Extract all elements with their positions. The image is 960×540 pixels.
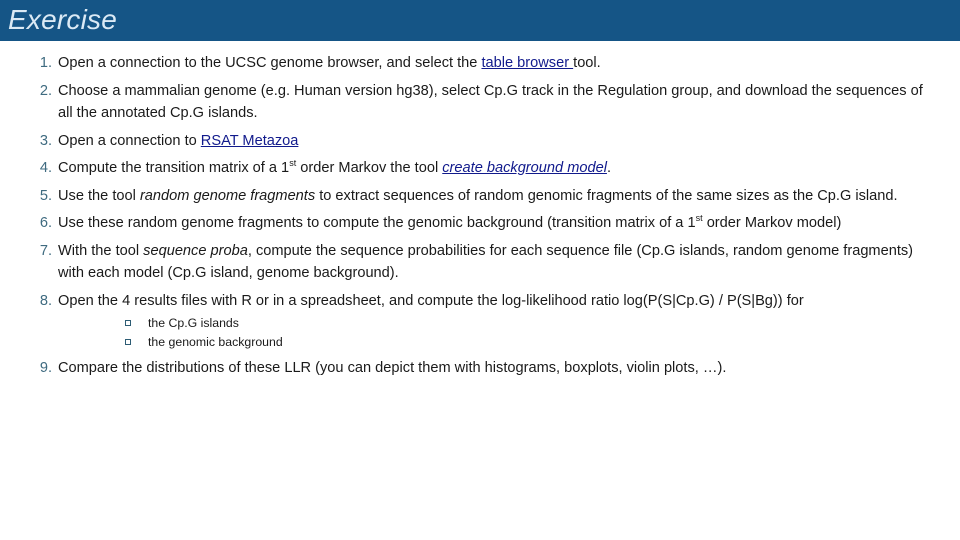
sub-list-item: the Cp.G islands [58, 314, 932, 333]
inline-link[interactable]: RSAT Metazoa [201, 133, 299, 149]
ordinal-suffix: st [695, 213, 703, 224]
list-item-number: 2. [39, 82, 52, 99]
list-item: 4. Compute the transition matrix of a 1st… [0, 157, 960, 180]
list-item: 9. Compare the distributions of these LLR… [0, 357, 960, 380]
square-bullet-icon [125, 320, 131, 326]
list-item: 3. Open a connection to RSAT Metazoa [0, 130, 960, 153]
inline-text: to extract sequences of random genomic f… [315, 187, 898, 204]
sub-list: the Cp.G islands the genomic background [58, 314, 932, 352]
list-item: 8. Open the 4 results files with R or in … [0, 290, 960, 353]
inline-text: order Markov the tool [296, 160, 443, 176]
list-item-number: 7. [39, 242, 52, 259]
list-item: 5. Use the tool random genome fragments t… [0, 185, 960, 208]
sub-list-item: the genomic background [58, 333, 932, 352]
inline-text: Compute the transition matrix of a 1 [58, 160, 290, 176]
list-item-text: Open a connection to the UCSC genome bro… [58, 55, 601, 71]
sub-list-item-label: the genomic background [148, 335, 283, 349]
inline-text: With the tool [58, 242, 144, 259]
list-item-number: 8. [39, 292, 52, 309]
inline-link[interactable]: create background model [442, 160, 607, 176]
list-item-number: 9. [39, 360, 52, 376]
inline-emphasis: sequence proba [143, 242, 248, 259]
list-item: 2. Choose a mammalian genome (e.g. Human … [0, 80, 960, 125]
list-item-text: Use these random genome fragments to com… [58, 213, 842, 231]
inline-text: Open a connection to the UCSC genome bro… [58, 55, 482, 71]
inline-text: Use these random genome fragments to com… [58, 215, 696, 231]
inline-text: Compare the distributions of these LLR (… [58, 360, 727, 376]
list-item-text: Choose a mammalian genome (e.g. Human ve… [58, 83, 923, 122]
list-item-number: 6. [39, 215, 52, 231]
inline-text: tool. [573, 55, 601, 71]
list-item-text: Use the tool random genome fragments to … [58, 188, 898, 204]
list-item: 6. Use these random genome fragments to c… [0, 212, 960, 235]
list-item: 7. With the tool sequence proba, compute … [0, 240, 960, 285]
page-title: Exercise [8, 4, 117, 35]
inline-text: order Markov model) [702, 215, 842, 231]
inline-text: Choose a mammalian genome (e.g. Human ve… [58, 82, 923, 122]
list-item-number: 5. [39, 187, 52, 204]
inline-text: Open the 4 results files with R or in a … [58, 292, 804, 309]
slide: Exercise 1. Open a connection to the UCSC… [0, 0, 960, 540]
list-item-number: 4. [39, 160, 52, 176]
inline-emphasis: random genome fragments [139, 187, 316, 204]
square-bullet-icon [125, 339, 131, 345]
list-item-text: With the tool sequence proba, compute th… [58, 243, 913, 282]
inline-text: Use the tool [58, 187, 140, 204]
exercise-list: 1. Open a connection to the UCSC genome b… [0, 52, 960, 380]
list-item-text: Open a connection to RSAT Metazoa [58, 133, 298, 149]
inline-link[interactable]: table browser [481, 55, 573, 71]
list-item: 1. Open a connection to the UCSC genome b… [0, 52, 960, 75]
list-item-text: Compare the distributions of these LLR (… [58, 360, 726, 376]
list-item-text: Open the 4 results files with R or in a … [58, 293, 804, 309]
list-item-text: Compute the transition matrix of a 1st o… [58, 159, 611, 176]
title-bar: Exercise [0, 0, 960, 41]
sub-list-item-label: the Cp.G islands [148, 316, 239, 330]
list-item-number: 1. [39, 55, 52, 71]
inline-text: Open a connection to [58, 132, 201, 149]
inline-text: . [606, 160, 611, 176]
list-item-number: 3. [39, 132, 52, 149]
exercise-content: 1. Open a connection to the UCSC genome b… [0, 52, 960, 385]
